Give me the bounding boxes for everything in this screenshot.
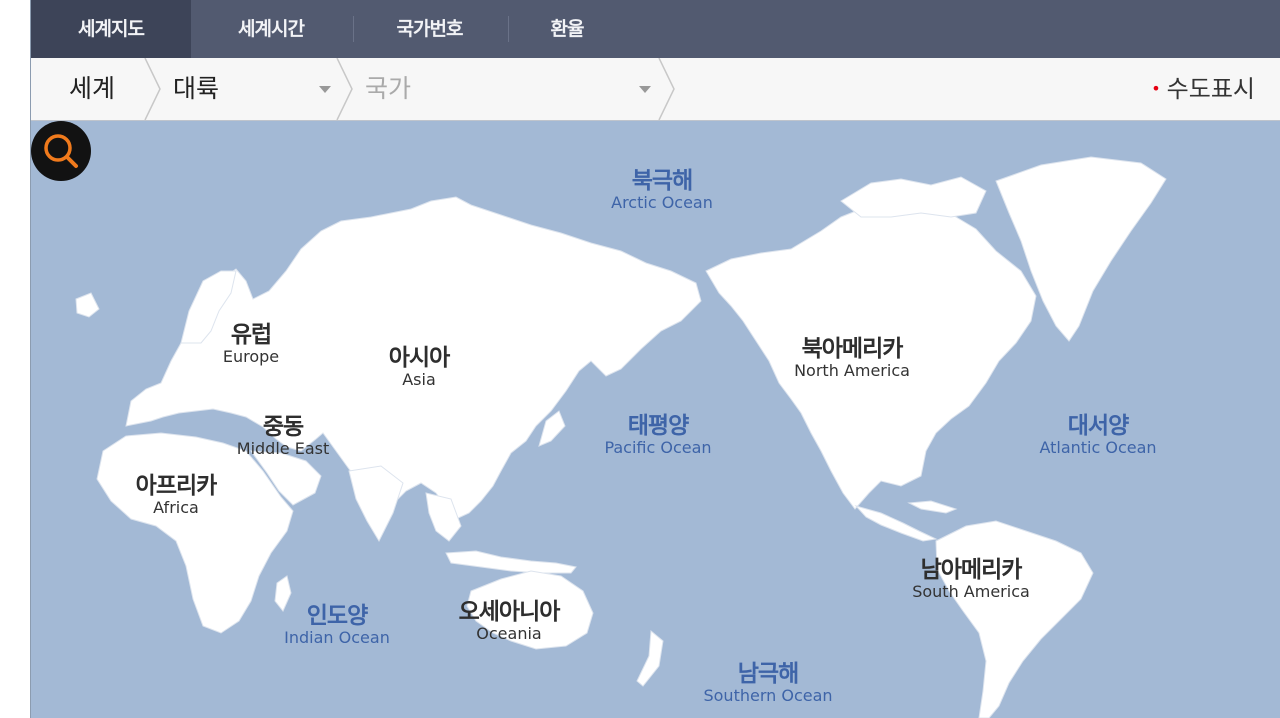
continent-label-south-america[interactable]: 남아메리카 South America (912, 557, 1030, 602)
continent-label-en: Asia (402, 370, 436, 390)
capital-toggle-bullet: • (1151, 79, 1161, 98)
breadcrumb: 세계 대륙 국가 • 수도표시 (31, 58, 1280, 121)
caribbean-islands (907, 500, 958, 514)
breadcrumb-separator (144, 58, 161, 120)
ocean-label-ko: 북극해 (631, 168, 693, 194)
continent-label-en: Europe (222, 347, 280, 367)
indonesia (445, 550, 577, 574)
ocean-label-ko: 인도양 (306, 603, 368, 629)
continent-label-africa[interactable]: 아프리카 Africa (135, 473, 218, 518)
new-zealand (636, 629, 664, 687)
country-select-value: 국가 (365, 74, 412, 103)
continent-label-oceania[interactable]: 오세아니아 Oceania (458, 599, 561, 644)
capital-toggle[interactable]: • 수도표시 (1151, 58, 1255, 120)
ocean-label-pacific: 태평양 Pacific Ocean (604, 413, 712, 458)
central-america (854, 505, 938, 542)
tab-exchange-rate[interactable]: 환율 (509, 0, 625, 58)
chevron-down-icon (319, 86, 331, 93)
tab-world-map[interactable]: 세계지도 (31, 0, 191, 58)
breadcrumb-world[interactable]: 세계 (69, 58, 115, 120)
world-map-widget: 세계지도 세계시간 국가번호 환율 세계 대륙 국가 • 수도표시 북극해 Ar… (30, 0, 1280, 718)
continent-select[interactable]: 대륙 (165, 58, 335, 120)
ocean-label-indian: 인도양 Indian Ocean (284, 603, 390, 648)
continent-label-asia[interactable]: 아시아 Asia (388, 345, 450, 390)
ocean-label-en: Arctic Ocean (611, 193, 713, 213)
continent-label-ko: 북아메리카 (801, 336, 904, 362)
continent-label-ko: 중동 (262, 414, 304, 440)
ocean-label-atlantic: 대서양 Atlantic Ocean (1039, 413, 1157, 458)
tab-country-code[interactable]: 국가번호 (351, 0, 508, 58)
capital-toggle-label: 수도표시 (1166, 75, 1255, 103)
world-map[interactable]: 북극해 Arctic Ocean 태평양 Pacific Ocean 대서양 A… (31, 121, 1280, 718)
ocean-label-ko: 남극해 (737, 661, 799, 687)
breadcrumb-separator (658, 58, 675, 120)
arctic-archipelago (840, 176, 987, 218)
ocean-label-arctic: 북극해 Arctic Ocean (611, 168, 713, 213)
breadcrumb-separator (336, 58, 353, 120)
ocean-label-en: Atlantic Ocean (1039, 438, 1157, 458)
country-select[interactable]: 국가 (357, 58, 657, 120)
continent-select-value: 대륙 (173, 74, 220, 103)
ocean-label-ko: 대서양 (1067, 413, 1129, 439)
ocean-label-southern: 남극해 Southern Ocean (703, 661, 833, 706)
continent-label-en: Africa (153, 498, 199, 518)
continent-label-middle-east[interactable]: 중동 Middle East (236, 414, 330, 459)
continent-label-north-america[interactable]: 북아메리카 North America (794, 336, 910, 381)
tab-world-time[interactable]: 세계시간 (191, 0, 351, 58)
tab-bar: 세계지도 세계시간 국가번호 환율 (31, 0, 1280, 58)
continent-label-en: Oceania (476, 624, 542, 644)
indian-subcontinent (348, 465, 404, 543)
continent-label-ko: 오세아니아 (458, 599, 561, 625)
ocean-label-ko: 태평양 (627, 413, 689, 439)
continent-label-en: Middle East (236, 439, 330, 459)
continent-label-en: North America (794, 361, 910, 381)
continent-label-europe[interactable]: 유럽 Europe (222, 322, 280, 367)
search-button[interactable] (31, 121, 91, 181)
continent-label-ko: 아시아 (388, 345, 450, 371)
ocean-label-en: Indian Ocean (284, 628, 390, 648)
ocean-label-en: Pacific Ocean (604, 438, 712, 458)
search-icon (44, 134, 78, 168)
continent-label-ko: 유럽 (230, 322, 272, 348)
ocean-label-en: Southern Ocean (703, 686, 833, 706)
continent-label-ko: 남아메리카 (920, 557, 1023, 583)
chevron-down-icon (639, 86, 651, 93)
british-isles (75, 292, 100, 318)
south-america-landmass (935, 520, 1094, 718)
continent-label-ko: 아프리카 (135, 473, 218, 499)
continent-label-en: South America (912, 582, 1030, 602)
